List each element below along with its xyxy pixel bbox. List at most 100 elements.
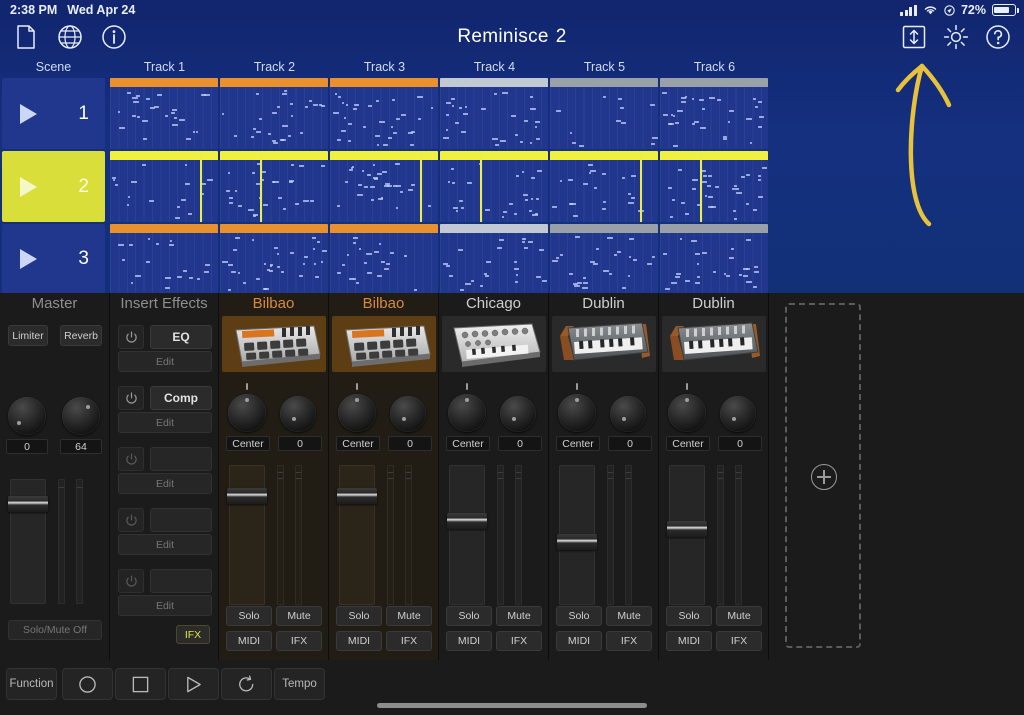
clip-cell[interactable] [330, 151, 438, 222]
send-knob[interactable] [610, 396, 646, 432]
clip-cell[interactable] [220, 78, 328, 149]
track-ifx-button[interactable]: IFX [606, 631, 652, 651]
track-name[interactable]: Bilbao [329, 295, 438, 312]
track-header-1[interactable]: Track 1 [110, 56, 219, 78]
gear-icon[interactable] [942, 23, 970, 51]
master-fader-cap[interactable] [8, 496, 48, 512]
master-reverb-knob[interactable] [62, 397, 100, 435]
clip-cell[interactable] [330, 78, 438, 149]
share-export-icon[interactable] [900, 23, 928, 51]
send-knob[interactable] [280, 396, 316, 432]
function-button[interactable]: Function [6, 668, 57, 700]
device-thumbnail[interactable] [222, 316, 326, 372]
tempo-button[interactable]: Tempo [274, 668, 325, 700]
effect-slot-name[interactable] [150, 569, 212, 593]
clip-cell[interactable] [330, 224, 438, 293]
effect-power-button[interactable] [118, 569, 144, 593]
track-header-2[interactable]: Track 2 [220, 56, 329, 78]
pan-knob[interactable] [448, 394, 486, 432]
track-fader-track[interactable] [447, 465, 487, 605]
track-ifx-button[interactable]: IFX [496, 631, 542, 651]
clip-cell[interactable] [550, 151, 658, 222]
track-name[interactable]: Chicago [439, 295, 548, 312]
send-knob[interactable] [500, 396, 536, 432]
clip-cell[interactable] [440, 151, 548, 222]
help-icon[interactable] [984, 23, 1012, 51]
solo-button[interactable]: Solo [336, 606, 382, 626]
clip-cell[interactable] [440, 224, 548, 293]
clip-cell[interactable] [660, 224, 768, 293]
pan-knob[interactable] [668, 394, 706, 432]
scene-row-1[interactable]: 1 [2, 78, 105, 149]
effect-slot-name[interactable]: EQ [150, 325, 212, 349]
mute-button[interactable]: Mute [386, 606, 432, 626]
track-fader-track[interactable] [667, 465, 707, 605]
clip-cell[interactable] [660, 151, 768, 222]
effect-slot-name[interactable]: Comp [150, 386, 212, 410]
clip-cell[interactable] [110, 78, 218, 149]
scene-row-3[interactable]: 3 [2, 224, 105, 293]
track-fader-track[interactable] [557, 465, 597, 605]
scene-row-2[interactable]: 2 [2, 151, 105, 222]
effect-power-button[interactable] [118, 447, 144, 471]
master-volume-knob[interactable] [8, 397, 46, 435]
solo-button[interactable]: Solo [446, 606, 492, 626]
midi-button[interactable]: MIDI [666, 631, 712, 651]
device-thumbnail[interactable] [552, 316, 656, 372]
pan-knob[interactable] [558, 394, 596, 432]
effect-slot-name[interactable] [150, 447, 212, 471]
master-fader-track[interactable] [8, 479, 48, 604]
device-thumbnail[interactable] [662, 316, 766, 372]
mute-button[interactable]: Mute [606, 606, 652, 626]
mute-button[interactable]: Mute [716, 606, 762, 626]
track-ifx-button[interactable]: IFX [276, 631, 322, 651]
track-fader-cap[interactable] [447, 513, 487, 529]
pan-knob[interactable] [338, 394, 376, 432]
send-knob[interactable] [720, 396, 756, 432]
play-button[interactable] [168, 668, 219, 700]
limiter-button[interactable]: Limiter [8, 325, 48, 346]
effect-edit-button[interactable]: Edit [118, 534, 212, 555]
device-thumbnail[interactable] [332, 316, 436, 372]
track-fader-track[interactable] [227, 465, 267, 605]
clip-cell[interactable] [220, 151, 328, 222]
effect-power-button[interactable] [118, 325, 144, 349]
solo-button[interactable]: Solo [666, 606, 712, 626]
track-header-3[interactable]: Track 3 [330, 56, 439, 78]
solo-button[interactable]: Solo [226, 606, 272, 626]
effect-edit-button[interactable]: Edit [118, 595, 212, 616]
track-ifx-button[interactable]: IFX [716, 631, 762, 651]
track-name[interactable]: Bilbao [219, 295, 328, 312]
record-button[interactable] [62, 668, 113, 700]
track-header-4[interactable]: Track 4 [440, 56, 549, 78]
midi-button[interactable]: MIDI [446, 631, 492, 651]
clip-cell[interactable] [110, 151, 218, 222]
track-fader-cap[interactable] [337, 488, 377, 504]
clip-cell[interactable] [220, 224, 328, 293]
track-header-5[interactable]: Track 5 [550, 56, 659, 78]
effect-edit-button[interactable]: Edit [118, 473, 212, 494]
mute-button[interactable]: Mute [496, 606, 542, 626]
effect-edit-button[interactable]: Edit [118, 351, 212, 372]
midi-button[interactable]: MIDI [226, 631, 272, 651]
effect-slot-name[interactable] [150, 508, 212, 532]
track-fader-cap[interactable] [557, 534, 597, 550]
midi-button[interactable]: MIDI [556, 631, 602, 651]
clip-cell[interactable] [440, 78, 548, 149]
device-thumbnail[interactable] [442, 316, 546, 372]
track-name[interactable]: Dublin [549, 295, 658, 312]
track-fader-cap[interactable] [227, 488, 267, 504]
track-ifx-button[interactable]: IFX [386, 631, 432, 651]
stop-button[interactable] [115, 668, 166, 700]
track-header-6[interactable]: Track 6 [660, 56, 769, 78]
effect-power-button[interactable] [118, 386, 144, 410]
add-track-slot[interactable] [785, 303, 861, 648]
midi-button[interactable]: MIDI [336, 631, 382, 651]
track-fader-track[interactable] [337, 465, 377, 605]
track-fader-cap[interactable] [667, 521, 707, 537]
track-name[interactable]: Dublin [659, 295, 768, 312]
effect-edit-button[interactable]: Edit [118, 412, 212, 433]
solo-button[interactable]: Solo [556, 606, 602, 626]
loop-button[interactable] [221, 668, 272, 700]
reverb-button[interactable]: Reverb [60, 325, 102, 346]
